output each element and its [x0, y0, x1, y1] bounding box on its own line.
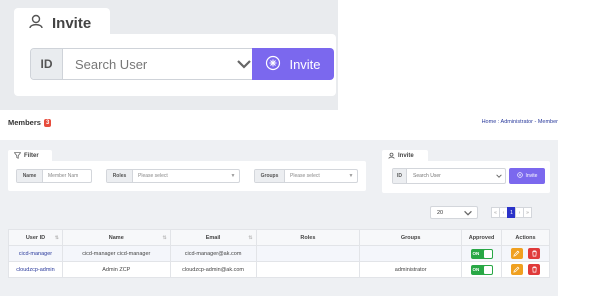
name-filter-label: Name: [17, 170, 43, 182]
groups-cell: administrator: [359, 261, 463, 278]
id-label: ID: [393, 169, 407, 183]
user-id-link[interactable]: cloudzcp-admin: [8, 261, 63, 278]
delete-button[interactable]: [528, 264, 541, 275]
filter-card: Name Member Nam Roles Please select ▼ Gr…: [8, 161, 366, 191]
chevron-down-icon[interactable]: [464, 210, 472, 218]
column-header-approved: Approved: [461, 229, 503, 246]
name-filter[interactable]: Name Member Nam: [16, 169, 92, 183]
actions-cell: [501, 245, 550, 262]
user-select[interactable]: ID Search User: [392, 168, 506, 184]
column-header-roles: Roles: [255, 229, 361, 246]
roles-filter[interactable]: Roles Please select ▼: [106, 169, 240, 183]
user-icon: [388, 152, 395, 161]
chevron-down-icon[interactable]: [493, 169, 505, 183]
invite-button-label: Invite: [525, 173, 538, 179]
chevron-down-icon[interactable]: ▼: [227, 170, 239, 182]
table-row: cloudzcp-admin Admin ZCP cloudzcp-admin@…: [8, 261, 550, 278]
edit-button[interactable]: [510, 248, 523, 259]
trash-icon: [532, 250, 537, 257]
column-header-user-id[interactable]: User ID ⇅: [8, 229, 63, 246]
name-cell: Admin ZCP: [61, 261, 171, 278]
zoomed-invite-card: ID Search User Invite: [14, 34, 336, 96]
page-size-value: 20: [437, 209, 444, 216]
invite-tab-label: Invite: [398, 153, 414, 159]
edit-button[interactable]: [510, 264, 523, 275]
roles-cell: [255, 245, 361, 262]
member-count-badge: 3: [43, 118, 52, 127]
approved-toggle[interactable]: ON: [470, 264, 493, 275]
user-icon: [28, 13, 44, 34]
members-table: User ID ⇅ Name ⇅ Email ⇅ Roles Groups Appro…: [8, 229, 550, 278]
user-id-link[interactable]: cicd-manager: [8, 245, 63, 262]
actions-cell: [501, 261, 550, 278]
pagination: « ‹ 1 › »: [491, 207, 532, 218]
zoomed-invite-button[interactable]: Invite: [252, 48, 334, 80]
breadcrumb[interactable]: Home : Administrator - Member: [482, 119, 558, 125]
delete-button[interactable]: [528, 248, 541, 259]
search-user-input[interactable]: Search User: [407, 169, 493, 183]
invite-button[interactable]: Invite: [509, 168, 545, 184]
trash-icon: [532, 266, 537, 273]
zoomed-search-user-input[interactable]: Search User: [63, 49, 229, 79]
chevron-down-icon[interactable]: ▼: [345, 170, 357, 182]
zoomed-id-label: ID: [31, 49, 63, 79]
name-filter-input[interactable]: Member Nam: [43, 170, 91, 182]
groups-filter[interactable]: Groups Please select ▼: [254, 169, 358, 183]
groups-filter-label: Groups: [255, 170, 285, 182]
sort-icon: ⇅: [162, 235, 167, 241]
column-header-groups: Groups: [359, 229, 463, 246]
filter-icon: [13, 151, 22, 161]
sort-icon: ⇅: [54, 235, 59, 241]
page-size-select[interactable]: 20: [430, 206, 478, 219]
groups-cell: [359, 245, 463, 262]
invite-card: ID Search User Invite: [382, 161, 550, 193]
pencil-icon: [513, 266, 520, 273]
column-header-email[interactable]: Email ⇅: [169, 229, 257, 246]
pencil-icon: [513, 250, 520, 257]
filter-tab-label: Filter: [24, 153, 39, 159]
email-cell: cicd-manager@ak.com: [169, 245, 257, 262]
email-cell: cloudzcp-admin@ak.com: [169, 261, 257, 278]
table-header-row: User ID ⇅ Name ⇅ Email ⇅ Roles Groups Appro…: [8, 229, 550, 246]
approved-cell: ON: [461, 261, 503, 278]
page-title-text: Members: [8, 118, 41, 127]
roles-cell: [255, 261, 361, 278]
roles-filter-label: Roles: [107, 170, 133, 182]
zoomed-invite-button-label: Invite: [289, 56, 321, 72]
plus-circle-icon: [265, 55, 281, 74]
plus-circle-icon: [516, 172, 523, 180]
approved-cell: ON: [461, 245, 503, 262]
name-cell: cicd-manager cicd-manager: [61, 245, 171, 262]
sort-icon: ⇅: [248, 235, 253, 241]
table-row: cicd-manager cicd-manager cicd-manager c…: [8, 245, 550, 262]
zoomed-invite-tab-label: Invite: [52, 14, 92, 32]
groups-filter-select[interactable]: Please select: [285, 170, 345, 182]
app-header: [0, 114, 558, 132]
column-header-name[interactable]: Name ⇅: [61, 229, 171, 246]
roles-filter-select[interactable]: Please select: [133, 170, 227, 182]
last-page-button[interactable]: »: [523, 207, 532, 218]
zoomed-user-select[interactable]: ID Search User: [30, 48, 260, 80]
column-header-actions: Actions: [501, 229, 550, 246]
approved-toggle[interactable]: ON: [470, 248, 493, 259]
page-title: Members 3: [8, 118, 52, 127]
